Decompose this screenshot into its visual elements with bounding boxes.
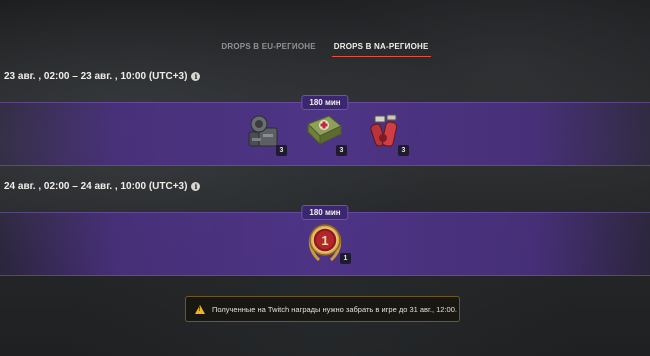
slot-title-2: 24 авг. , 02:00 – 24 авг. , 10:00 (UTC+3… xyxy=(4,181,201,192)
first-aid-kit-icon xyxy=(307,115,342,146)
claim-deadline-notice: ! Полученные на Twitch награды нужно заб… xyxy=(185,296,460,322)
reward-count: 1 xyxy=(340,253,351,264)
slot-title-text: 24 авг. , 02:00 – 24 авг. , 10:00 (UTC+3… xyxy=(4,181,188,192)
duration-badge: 180 мин xyxy=(301,205,349,220)
notice-text: Полученные на Twitch награды нужно забра… xyxy=(212,304,457,314)
reward-medal[interactable]: 1 1 xyxy=(303,220,351,264)
reward-count: 3 xyxy=(398,145,409,156)
warning-icon: ! xyxy=(195,304,205,314)
fire-extinguisher-icon xyxy=(370,114,398,147)
medal-number: 1 xyxy=(321,233,328,248)
info-icon[interactable]: i xyxy=(191,72,201,81)
info-icon[interactable]: i xyxy=(191,182,201,191)
region-tabs: DROPS В EU-РЕГИОНЕ DROPS В NA-РЕГИОНЕ xyxy=(0,38,650,57)
tab-na-region[interactable]: DROPS В NA-РЕГИОНЕ xyxy=(331,38,431,57)
reward-equipment-kit[interactable]: 3 xyxy=(243,112,287,156)
duration-badge: 180 мин xyxy=(301,95,349,110)
slot-title-1: 23 авг. , 02:00 – 23 авг. , 10:00 (UTC+3… xyxy=(4,71,201,82)
equipment-kit-icon xyxy=(248,115,278,147)
slot-title-text: 23 авг. , 02:00 – 23 авг. , 10:00 (UTC+3… xyxy=(4,71,188,82)
reward-count: 3 xyxy=(336,145,347,156)
reward-count: 3 xyxy=(276,145,287,156)
reward-fire-extinguisher[interactable]: 3 xyxy=(365,112,409,156)
reward-first-aid-kit[interactable]: 3 xyxy=(303,112,347,156)
tab-eu-region[interactable]: DROPS В EU-РЕГИОНЕ xyxy=(219,38,317,57)
personal-mission-medal-icon: 1 xyxy=(308,224,342,262)
